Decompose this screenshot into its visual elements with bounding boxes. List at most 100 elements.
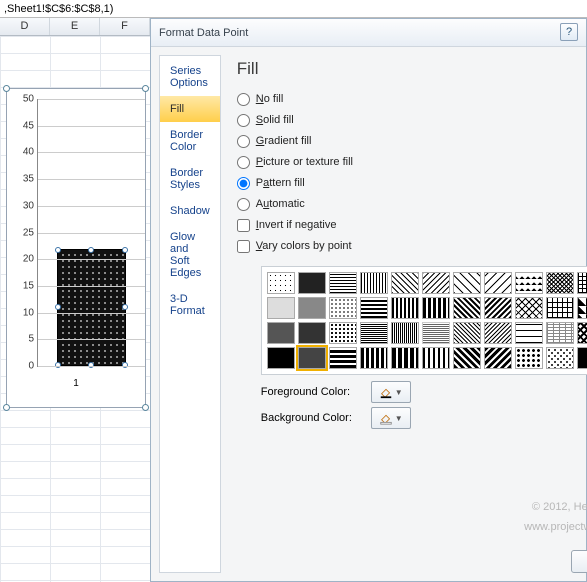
pattern-swatch[interactable] [360,297,388,319]
col-header[interactable]: D [0,18,50,35]
radio-picture-fill[interactable] [237,156,250,169]
pattern-swatches [261,266,587,375]
pattern-swatch[interactable] [453,322,481,344]
radio-no-fill[interactable] [237,93,250,106]
pattern-swatch[interactable] [577,347,587,369]
label-pattern-fill: Pattern fill [256,177,305,189]
pattern-swatch[interactable] [267,297,295,319]
label-invert: Invert if negative [256,219,337,231]
section-title: Fill [237,59,587,79]
nav-fill[interactable]: Fill [160,96,220,122]
pattern-swatch[interactable] [515,272,543,294]
column-headers: D E F [0,18,150,36]
pattern-swatch[interactable] [453,347,481,369]
check-invert[interactable] [237,219,250,232]
watermark: © 2012, Helen Bradley www.projectwoman.c… [524,497,587,537]
fg-color-button[interactable]: ▼ [371,381,411,403]
label-no-fill: No fill [256,93,284,105]
data-bar[interactable] [57,249,125,366]
radio-automatic[interactable] [237,198,250,211]
pattern-swatch[interactable] [298,322,326,344]
label-vary: Vary colors by point [256,240,352,252]
dialog-title-text: Format Data Point [159,19,248,46]
pattern-swatch[interactable] [546,297,574,319]
bucket-icon [379,385,393,399]
pattern-swatch[interactable] [546,272,574,294]
check-vary[interactable] [237,240,250,253]
pattern-swatch[interactable] [515,322,543,344]
label-picture-fill: Picture or texture fill [256,156,353,168]
pattern-swatch[interactable] [453,272,481,294]
pattern-swatch[interactable] [577,322,587,344]
y-tick: 15 [12,280,38,291]
y-tick: 0 [12,361,38,372]
pattern-swatch[interactable] [577,272,587,294]
col-header[interactable]: E [50,18,100,35]
cells-grid[interactable]: 05101520253035404550 1 [0,36,150,582]
y-tick: 20 [12,254,38,265]
category-list: Series Options Fill Border Color Border … [159,55,221,573]
chevron-down-icon: ▼ [395,388,403,397]
pattern-swatch[interactable] [484,347,512,369]
pattern-swatch[interactable] [360,272,388,294]
pattern-swatch[interactable] [453,297,481,319]
y-tick: 5 [12,334,38,345]
nav-3d-format[interactable]: 3-D Format [160,286,220,324]
pattern-swatch[interactable] [422,272,450,294]
nav-border-styles[interactable]: Border Styles [160,160,220,198]
pattern-swatch[interactable] [267,272,295,294]
y-tick: 40 [12,147,38,158]
pattern-swatch[interactable] [422,322,450,344]
pattern-swatch[interactable] [484,322,512,344]
pattern-swatch[interactable] [329,272,357,294]
pattern-swatch[interactable] [391,297,419,319]
y-tick: 10 [12,307,38,318]
pattern-swatch[interactable] [329,347,357,369]
radio-gradient-fill[interactable] [237,135,250,148]
pattern-swatch[interactable] [546,347,574,369]
pattern-swatch[interactable] [422,297,450,319]
bg-color-label: Background Color: [261,412,371,424]
embedded-chart[interactable]: 05101520253035404550 1 [6,88,146,408]
pattern-swatch[interactable] [546,322,574,344]
pattern-swatch[interactable] [298,272,326,294]
pattern-swatch[interactable] [298,297,326,319]
close-button[interactable]: Cl [571,550,587,573]
pattern-swatch[interactable] [329,322,357,344]
pattern-swatch[interactable] [267,322,295,344]
pattern-swatch[interactable] [484,297,512,319]
bucket-icon [379,411,393,425]
pattern-swatch[interactable] [422,347,450,369]
pattern-swatch[interactable] [515,297,543,319]
nav-border-color[interactable]: Border Color [160,122,220,160]
pattern-swatch[interactable] [391,272,419,294]
bg-color-button[interactable]: ▼ [371,407,411,429]
pattern-swatch[interactable] [577,297,587,319]
pattern-swatch[interactable] [391,322,419,344]
y-tick: 30 [12,200,38,211]
pattern-swatch[interactable] [484,272,512,294]
nav-shadow[interactable]: Shadow [160,198,220,224]
pattern-swatch[interactable] [298,347,326,369]
pattern-swatch[interactable] [360,347,388,369]
help-button[interactable]: ? [560,23,578,41]
plot-area: 05101520253035404550 [37,99,145,367]
y-tick: 35 [12,174,38,185]
radio-solid-fill[interactable] [237,114,250,127]
pattern-swatch[interactable] [329,297,357,319]
fill-panel: Fill No fill Solid fill Gradient fill Pi… [221,47,587,581]
pattern-swatch[interactable] [360,322,388,344]
formula-bar[interactable]: ,Sheet1!$C$6:$C$8,1) [0,0,587,18]
radio-pattern-fill[interactable] [237,177,250,190]
nav-glow[interactable]: Glow and Soft Edges [160,224,220,286]
y-tick: 50 [12,94,38,105]
col-header[interactable]: F [100,18,150,35]
pattern-swatch[interactable] [515,347,543,369]
pattern-swatch[interactable] [267,347,295,369]
pattern-swatch[interactable] [391,347,419,369]
format-data-point-dialog: Format Data Point ? Series Options Fill … [150,18,587,582]
spreadsheet-area: D E F 05101520253035404550 1 [0,18,150,582]
dialog-titlebar[interactable]: Format Data Point ? [151,19,586,47]
label-solid-fill: Solid fill [256,114,294,126]
nav-series-options[interactable]: Series Options [160,58,220,96]
